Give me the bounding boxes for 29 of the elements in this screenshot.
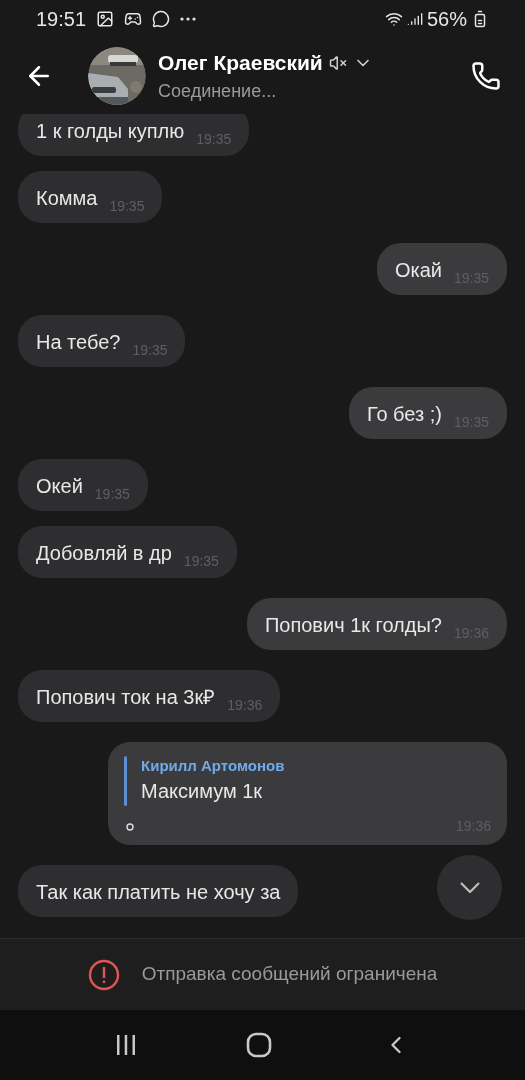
gamepad-icon xyxy=(124,10,143,28)
message-text: Добовляй в др xyxy=(36,541,172,566)
wifi-icon xyxy=(384,10,403,28)
message-text: На тебе? xyxy=(36,330,121,355)
message-text: Окай xyxy=(394,258,442,283)
chevron-down-icon xyxy=(459,882,480,893)
signal-icon xyxy=(406,11,423,27)
ring-icon xyxy=(126,823,134,831)
message-text: Комма xyxy=(36,186,98,211)
more-icon xyxy=(180,17,197,21)
status-time: 19:51 xyxy=(36,7,87,32)
gallery-icon xyxy=(96,10,115,28)
restriction-notice: Отправка сообщений ограничена xyxy=(141,962,438,987)
warning-icon xyxy=(87,958,120,991)
message-text: 1 к голды куплю xyxy=(36,119,185,144)
message-text: Окей xyxy=(36,474,83,499)
message-text: Так как платить не хочу за xyxy=(36,880,281,905)
home-icon[interactable] xyxy=(246,1032,273,1058)
message-text: Попович ток на 3к₽ xyxy=(36,685,216,710)
message-text: Го без ;) xyxy=(366,402,442,427)
contact-status: Соединение... xyxy=(158,80,278,104)
battery-level: 56% xyxy=(426,7,467,32)
recent-apps-icon[interactable] xyxy=(114,1034,137,1056)
reply-author: Кирилл Артомонов xyxy=(141,756,285,776)
reply-text: Максимум 1к xyxy=(141,779,264,804)
chat-icon xyxy=(152,10,171,28)
call-button[interactable] xyxy=(471,61,501,91)
contact-name: Олег Краевский xyxy=(158,49,323,76)
message-text: Попович 1к голды? xyxy=(264,613,442,638)
